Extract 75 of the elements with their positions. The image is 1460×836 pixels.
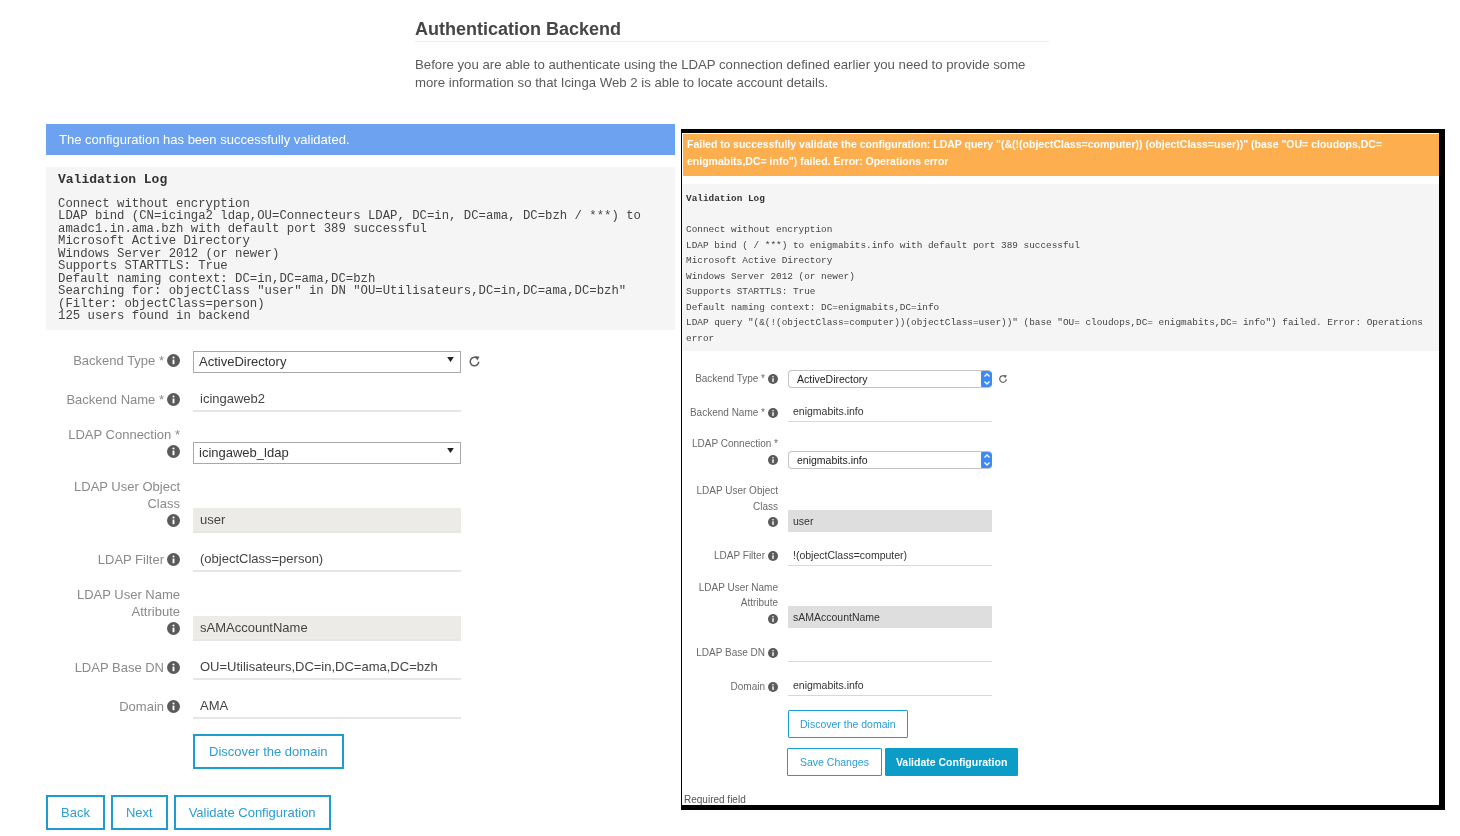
- info-icon: [768, 681, 778, 692]
- text-field[interactable]: enigmabits.info: [788, 676, 992, 696]
- refresh-icon[interactable]: [468, 355, 481, 369]
- log-line: Supports STARTTLS: True: [58, 260, 229, 273]
- info-icon: [768, 647, 778, 658]
- info-icon: [167, 699, 180, 713]
- log-line: Windows Server 2012 (or newer): [686, 269, 856, 284]
- field-label: Domain: [119, 697, 164, 715]
- log-line: Connect without encryption: [58, 198, 250, 211]
- select-field[interactable]: ActiveDirectory: [788, 370, 992, 388]
- caret-icon: [447, 448, 454, 454]
- field-label: Backend Name *: [689, 405, 765, 420]
- log-line: Default naming context: DC=enigmabits,DC=info: [686, 300, 941, 315]
- log-line: LDAP bind (CN=icinga2 ldap,OU=Connecteurs LDAP, DC=in, DC=ama, DC=bzh / ***) to amadc1.in.ama.bzh with default port 389 successful: [58, 210, 642, 236]
- log-line: Microsoft Active Directory: [686, 254, 834, 268]
- field-label: Domain: [730, 679, 765, 694]
- field-label: LDAP User Object Class: [695, 484, 778, 514]
- text-field[interactable]: enigmabits.info: [788, 402, 992, 422]
- field-label: LDAP Connection *: [692, 437, 778, 451]
- text-field[interactable]: (objectClass=person): [193, 546, 461, 572]
- readonly-field: user: [788, 509, 992, 532]
- text-field[interactable]: !(objectClass=computer): [788, 545, 992, 566]
- required-field-note: Required field: [684, 794, 747, 805]
- intro-text: Before you are able to authenticate using the LDAP connection defined earlier you need to provide some more information so that Icinga Web 2 is able to locate account details.: [415, 56, 1027, 92]
- field-label: LDAP User Name Attribute: [75, 585, 180, 620]
- field-label: LDAP Filter: [97, 550, 164, 568]
- info-icon: [768, 407, 778, 418]
- text-field[interactable]: OU=Utilisateurs,DC=in,DC=ama,DC=bzh: [193, 654, 461, 680]
- refresh-icon[interactable]: [998, 374, 1008, 384]
- info-icon: [768, 454, 778, 465]
- log-title: Validation Log: [686, 192, 766, 206]
- field-label: Backend Type *: [73, 351, 164, 369]
- field-label: LDAP Connection *: [68, 425, 180, 443]
- info-icon: [167, 621, 180, 635]
- log-line: Windows Server 2012 (or newer): [58, 247, 281, 261]
- info-icon: [167, 660, 180, 674]
- log-line: 125 users found in backend: [58, 310, 250, 323]
- log-line: Default naming context: DC=in,DC=ama,DC=bzh: [58, 272, 376, 286]
- up-down-chevron-icon: [981, 452, 992, 468]
- select-field[interactable]: icingaweb_ldap: [193, 441, 461, 464]
- readonly-field: user: [193, 507, 461, 533]
- field-label: Backend Name *: [66, 390, 164, 408]
- info-icon: [768, 613, 778, 624]
- success-message: The configuration has been successfully validated.: [46, 124, 675, 155]
- readonly-field: sAMAccountName: [788, 606, 992, 628]
- info-icon: [167, 513, 180, 527]
- info-icon: [167, 552, 180, 566]
- readonly-field: sAMAccountName: [193, 615, 461, 641]
- error-message: Failed to successfully validate the configuration: LDAP query "(&(!(objectClass=computer)) (objectClass=user))" (base "OU= cloudops,DC= enigmabits,DC= info") failed. Error: Operations error: [683, 134, 1439, 176]
- text-field[interactable]: AMA: [193, 693, 461, 719]
- field-label: LDAP User Name Attribute: [697, 580, 778, 610]
- select-field[interactable]: ActiveDirectory: [193, 350, 461, 373]
- field-label: LDAP Filter: [714, 549, 765, 563]
- info-icon: [167, 353, 180, 367]
- log-line: LDAP bind ( / ***) to enigmabits.info with default port 389 successful: [686, 238, 1081, 253]
- log-title: Validation Log: [58, 173, 169, 186]
- info-icon: [768, 373, 778, 384]
- text-field[interactable]: icingaweb2: [193, 386, 461, 412]
- log-line: Supports STARTTLS: True: [686, 285, 817, 299]
- field-label: LDAP Base DN: [74, 658, 164, 676]
- up-down-chevron-icon: [981, 371, 992, 387]
- info-icon: [768, 517, 778, 527]
- field-label: LDAP Base DN: [696, 645, 765, 660]
- log-line: LDAP query "(&(!(objectClass=computer))(objectClass=user))" (base "OU= cloudops,DC= enigmabits,DC= info") failed. Error: Operations error: [686, 316, 1424, 346]
- page-title: Authentication Backend: [415, 18, 1049, 42]
- info-icon: [768, 551, 778, 561]
- info-icon: [167, 444, 180, 458]
- info-icon: [167, 392, 180, 406]
- field-label: Backend Type *: [695, 371, 765, 386]
- log-line: Searching for: objectClass "user" in DN "OU=Utilisateurs,DC=in,DC=ama,DC=bzh" (Filter: objectClass=person): [58, 285, 628, 311]
- select-field[interactable]: enigmabits.info: [788, 451, 992, 469]
- log-line: Connect without encryption: [686, 223, 834, 237]
- log-line: Microsoft Active Directory: [58, 235, 250, 248]
- caret-icon: [447, 357, 454, 363]
- field-label: LDAP User Object Class: [73, 477, 180, 512]
